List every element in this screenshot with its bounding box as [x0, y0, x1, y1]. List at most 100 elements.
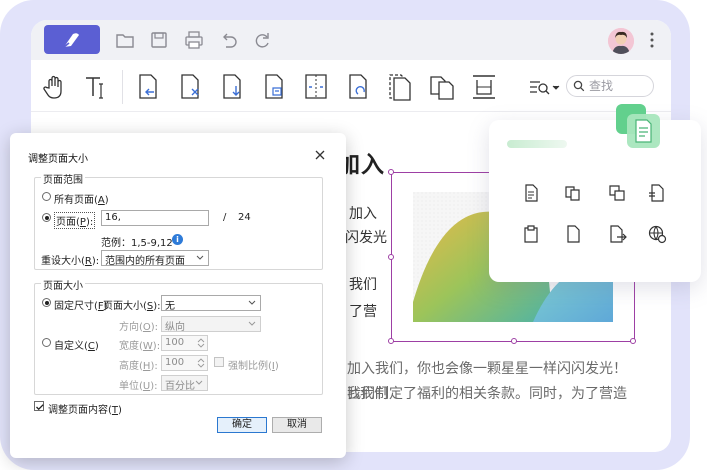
page-size-label: 页面大小(S): [103, 301, 161, 312]
spinner-arrows-icon[interactable] [197, 337, 205, 349]
pages-radio[interactable] [42, 213, 51, 222]
width-input[interactable]: 100 [161, 335, 208, 351]
resize-range-select[interactable]: 范围内的所有页面 [101, 250, 209, 267]
all-pages-radio[interactable] [42, 192, 51, 201]
page-size-value: 无 [165, 301, 175, 312]
toolbar-separator [122, 70, 123, 104]
height-value: 100 [165, 357, 185, 368]
orientation-value: 纵向 [165, 322, 185, 333]
open-folder-icon[interactable] [115, 30, 135, 50]
more-menu-icon[interactable] [643, 30, 661, 50]
info-icon[interactable]: i [172, 234, 183, 245]
document-text-line: 加入 [349, 206, 377, 222]
custom-size-label[interactable]: 自定义(C) [54, 337, 99, 352]
unit-value: 百分比 [165, 381, 195, 392]
spinner-arrows-icon[interactable] [197, 357, 205, 369]
dialog-title: 调整页面大小 [28, 154, 88, 165]
checkmark-icon [36, 404, 44, 411]
chevron-down-icon [195, 380, 203, 385]
pages-example: 范例：1,5-9,12 [101, 238, 173, 249]
unit-select[interactable]: 百分比 [161, 375, 208, 392]
search-icon [573, 80, 585, 92]
page-copy-icon[interactable] [563, 183, 583, 203]
hand-tool-icon[interactable] [40, 72, 70, 102]
search-input[interactable] [589, 78, 649, 94]
resize-range-label: 重设大小(R): [41, 256, 100, 267]
document-text-line: 加入我们，你也会像一颗星星一样闪闪发光！ [347, 361, 627, 377]
height-label: 高度(H): [119, 361, 158, 372]
page-margin-icon[interactable] [469, 72, 499, 102]
redo-icon[interactable] [252, 30, 272, 50]
cancel-button[interactable]: 取消 [272, 417, 322, 433]
page-size-group: 页面大小 固定尺寸(F) 页面大小(S): 无 方向(O): 纵向 自定义(C)… [34, 277, 323, 395]
panel-title-bar [507, 140, 567, 148]
insert-page-icon[interactable] [133, 72, 163, 102]
pages-input[interactable]: 16, [101, 210, 209, 226]
resize-page-icon[interactable] [427, 72, 457, 102]
extract-page-icon[interactable] [217, 72, 247, 102]
orientation-select[interactable]: 纵向 [161, 316, 261, 333]
pages-label[interactable]: 页面(P): [54, 212, 96, 229]
page-list-icon[interactable] [647, 183, 667, 203]
crop-page-icon[interactable] [385, 72, 415, 102]
document-text-line: 我们 [349, 277, 377, 293]
avatar-face-icon [608, 28, 634, 54]
blank-page-icon[interactable] [563, 224, 583, 244]
user-avatar[interactable] [608, 28, 634, 54]
resize-page-dialog: 调整页面大小 页面范围 所有页面(A) 页面(P): 16, / 24 范例：1… [10, 133, 346, 458]
document-text-line: 闪发光 [345, 230, 387, 246]
width-label: 宽度(W): [119, 341, 161, 352]
resize-handle[interactable] [511, 338, 517, 344]
page-web-icon[interactable] [647, 224, 667, 244]
ok-button[interactable]: 确定 [217, 417, 267, 433]
fixed-size-radio[interactable] [42, 298, 51, 307]
delete-page-icon[interactable] [175, 72, 205, 102]
resize-handle[interactable] [388, 338, 394, 344]
chevron-down-icon [248, 300, 256, 305]
resize-handle[interactable] [388, 254, 394, 260]
document-text-line: 匕我们 [346, 386, 388, 402]
undo-icon[interactable] [219, 30, 239, 50]
text-select-icon[interactable] [82, 72, 112, 102]
resize-handle[interactable] [388, 169, 394, 175]
orientation-label: 方向(O): [119, 322, 159, 333]
toolbar [31, 60, 671, 112]
page-paste-icon[interactable] [521, 224, 541, 244]
page-total-separator: / [223, 212, 227, 223]
rotate-page-icon[interactable] [343, 72, 373, 102]
width-value: 100 [165, 337, 185, 348]
page-export-icon[interactable] [607, 224, 627, 244]
split-page-icon[interactable] [301, 72, 331, 102]
resize-range-value: 范围内的所有页面 [105, 256, 185, 267]
fixed-size-label[interactable]: 固定尺寸(F) [54, 297, 108, 312]
adjust-content-label[interactable]: 调整页面内容(T) [48, 401, 122, 416]
close-icon[interactable] [313, 148, 327, 162]
page-text-icon[interactable] [521, 183, 541, 203]
replace-page-icon[interactable] [259, 72, 289, 102]
document-text-line: 了营 [349, 304, 377, 320]
height-input[interactable]: 100 [161, 355, 208, 371]
all-pages-label[interactable]: 所有页面(A) [54, 191, 109, 206]
page-size-select[interactable]: 无 [161, 295, 261, 312]
search-mode-dropdown-icon[interactable] [528, 77, 562, 97]
group-label: 页面范围 [41, 171, 85, 186]
page-tools-panel [489, 120, 701, 282]
force-ratio-checkbox[interactable] [214, 357, 224, 367]
print-icon[interactable] [184, 30, 204, 50]
resize-handle[interactable] [630, 338, 636, 344]
pen-logo-icon [63, 32, 79, 48]
document-text-line: 我们制定了福利的相关条款。同时，为了营造 [347, 386, 627, 402]
app-logo-button[interactable] [44, 25, 100, 54]
page-range-group: 页面范围 所有页面(A) 页面(P): 16, / 24 范例：1,5-9,12… [34, 171, 323, 270]
adjust-content-checkbox[interactable] [34, 401, 44, 411]
title-bar [31, 20, 671, 60]
force-ratio-label[interactable]: 强制比例(I) [228, 357, 279, 372]
unit-label: 单位(U): [119, 381, 158, 392]
save-icon[interactable] [149, 30, 169, 50]
page-overlay-icon[interactable] [607, 183, 627, 203]
group-label: 页面大小 [41, 277, 85, 292]
search-box[interactable] [566, 75, 654, 97]
custom-size-radio[interactable] [42, 338, 51, 347]
chevron-down-icon [248, 321, 256, 326]
chevron-down-icon [196, 255, 204, 260]
